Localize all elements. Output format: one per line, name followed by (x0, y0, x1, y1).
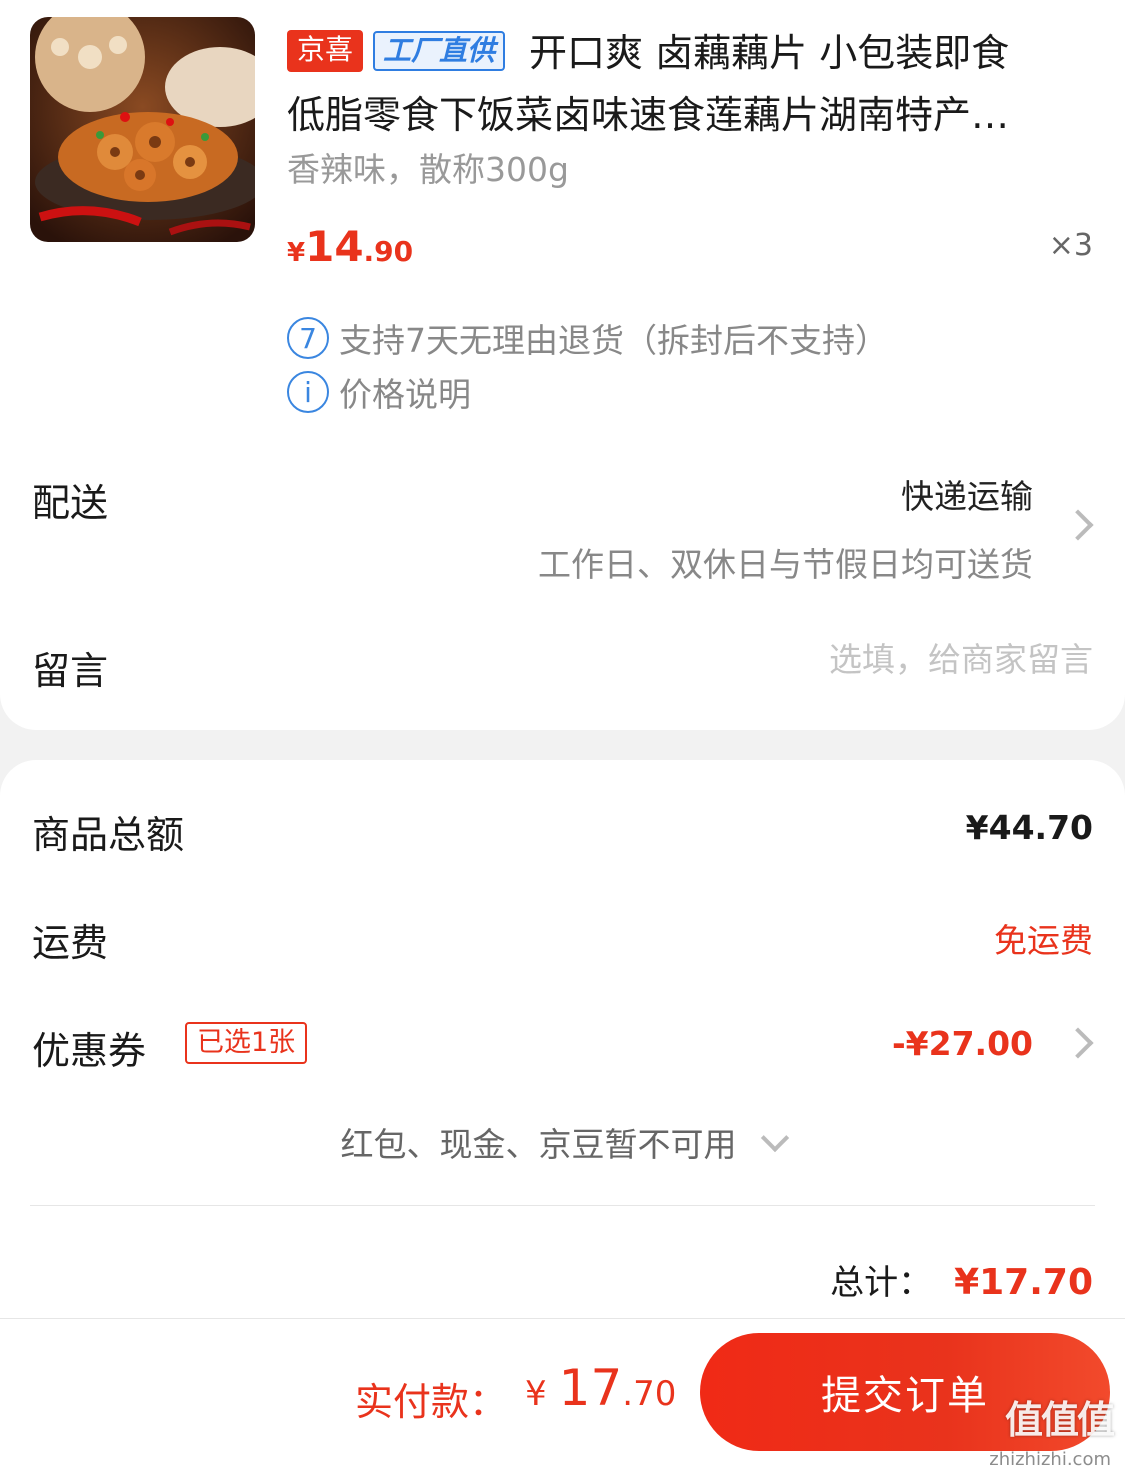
chevron-right-icon (1062, 1027, 1094, 1059)
chevron-down-icon (760, 1123, 789, 1153)
coupon-label: 优惠券 (32, 1029, 147, 1073)
pay-decimal: .70 (622, 1374, 677, 1414)
product-quantity: ×3 (1048, 228, 1093, 263)
seven-day-icon: 7 (287, 317, 329, 359)
goods-total-value: ¥44.70 (965, 808, 1093, 847)
return-policy-row[interactable]: 7 支持7天无理由退货（拆封后不支持） (287, 314, 888, 362)
message-label: 留言 (32, 649, 109, 693)
shipping-value: 免运费 (994, 921, 1093, 960)
info-icon: i (287, 371, 329, 413)
jingxi-tag: 京喜 (287, 29, 364, 72)
checkout-bar: 实付款： ¥17.70 提交订单 值值值 zhizhizhi.com (0, 1318, 1125, 1474)
factory-direct-tag: 工厂直供 (373, 30, 506, 71)
return-policy-label: 支持7天无理由退货（拆封后不支持） (339, 321, 888, 360)
product-price: ¥14.90 (287, 222, 413, 271)
price-explain-label: 价格说明 (339, 375, 471, 414)
coupon-value: -¥27.00 (891, 1024, 1033, 1063)
product-title-line2: 低脂零食下饭菜卤味速食莲藕片湖南特产… (287, 93, 1010, 137)
product-title-line1: 开口爽 卤藕藕片 小包装即食 (529, 31, 1010, 75)
unavailable-label: 红包、现金、京豆暂不可用 (340, 1125, 737, 1164)
order-total: 总计： ¥17.70 (830, 1255, 1093, 1304)
chevron-right-icon (1062, 509, 1094, 541)
product-image[interactable] (30, 17, 255, 242)
pay-symbol: ¥ (525, 1374, 547, 1414)
price-symbol: ¥ (287, 238, 306, 268)
watermark-url: zhizhizhi.com (989, 1449, 1111, 1470)
total-value: ¥17.70 (954, 1262, 1093, 1303)
order-confirm-page: 京喜 工厂直供 开口爽 卤藕藕片 小包装即食 低脂零食下饭菜卤味速食莲藕片湖南特产…… (0, 0, 1125, 1474)
price-summary-card: 商品总额 ¥44.70 运费 免运费 优惠券 已选1张 -¥27.00 红包、现… (0, 760, 1125, 1320)
total-label: 总计： (830, 1263, 933, 1303)
unavailable-toggle[interactable]: 红包、现金、京豆暂不可用 (0, 1118, 1125, 1166)
shipping-label: 运费 (32, 921, 109, 965)
price-explain-row[interactable]: i 价格说明 (287, 368, 471, 416)
goods-total-label: 商品总额 (32, 813, 185, 857)
product-photo-illustration (30, 17, 255, 242)
delivery-note: 工作日、双休日与节假日均可送货 (538, 545, 1033, 584)
pay-integer: 17 (558, 1359, 623, 1417)
product-title[interactable]: 京喜 工厂直供 开口爽 卤藕藕片 小包装即食 低脂零食下饭菜卤味速食莲藕片湖南特产… (287, 22, 1102, 146)
divider (30, 1205, 1095, 1206)
product-spec: 香辣味，散称300g (287, 150, 569, 189)
pay-label: 实付款： (355, 1380, 508, 1424)
watermark-logo: 值值值 (1004, 1398, 1115, 1442)
price-decimal: .90 (363, 235, 414, 268)
price-integer: 14 (305, 222, 364, 271)
delivery-method: 快递运输 (901, 477, 1033, 516)
message-input[interactable] (673, 640, 1093, 679)
delivery-label: 配送 (32, 481, 109, 525)
product-card: 京喜 工厂直供 开口爽 卤藕藕片 小包装即食 低脂零食下饭菜卤味速食莲藕片湖南特产…… (0, 0, 1125, 730)
coupon-selected-badge: 已选1张 (185, 1022, 308, 1064)
pay-amount: ¥17.70 (525, 1359, 676, 1417)
